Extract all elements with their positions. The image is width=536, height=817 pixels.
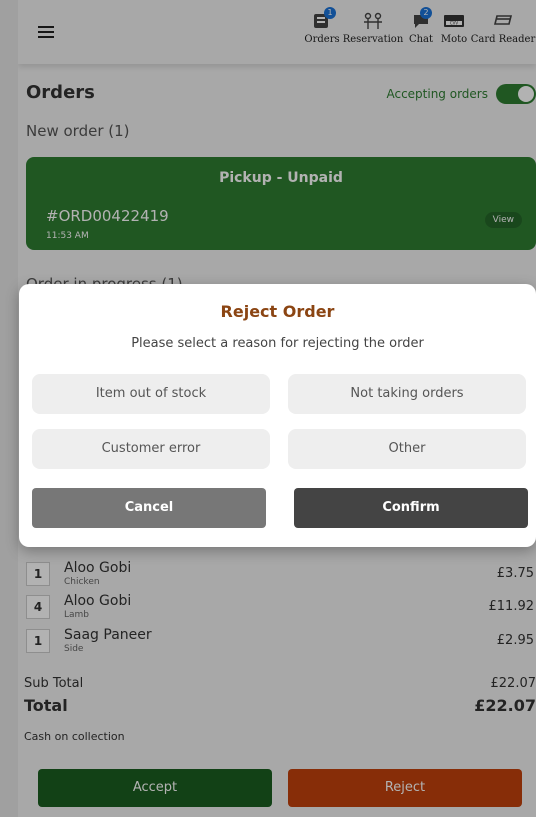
reason-not-taking-orders[interactable]: Not taking orders — [288, 374, 526, 414]
dialog-prompt: Please select a reason for rejecting the… — [131, 336, 424, 351]
reason-item-out-of-stock[interactable]: Item out of stock — [32, 374, 270, 414]
dialog-title: Reject Order — [220, 302, 335, 321]
reason-other[interactable]: Other — [288, 429, 526, 469]
cancel-button[interactable]: Cancel — [32, 488, 266, 528]
reject-order-dialog: Reject Order Please select a reason for … — [19, 284, 536, 547]
reason-customer-error[interactable]: Customer error — [32, 429, 270, 469]
confirm-button[interactable]: Confirm — [294, 488, 528, 528]
